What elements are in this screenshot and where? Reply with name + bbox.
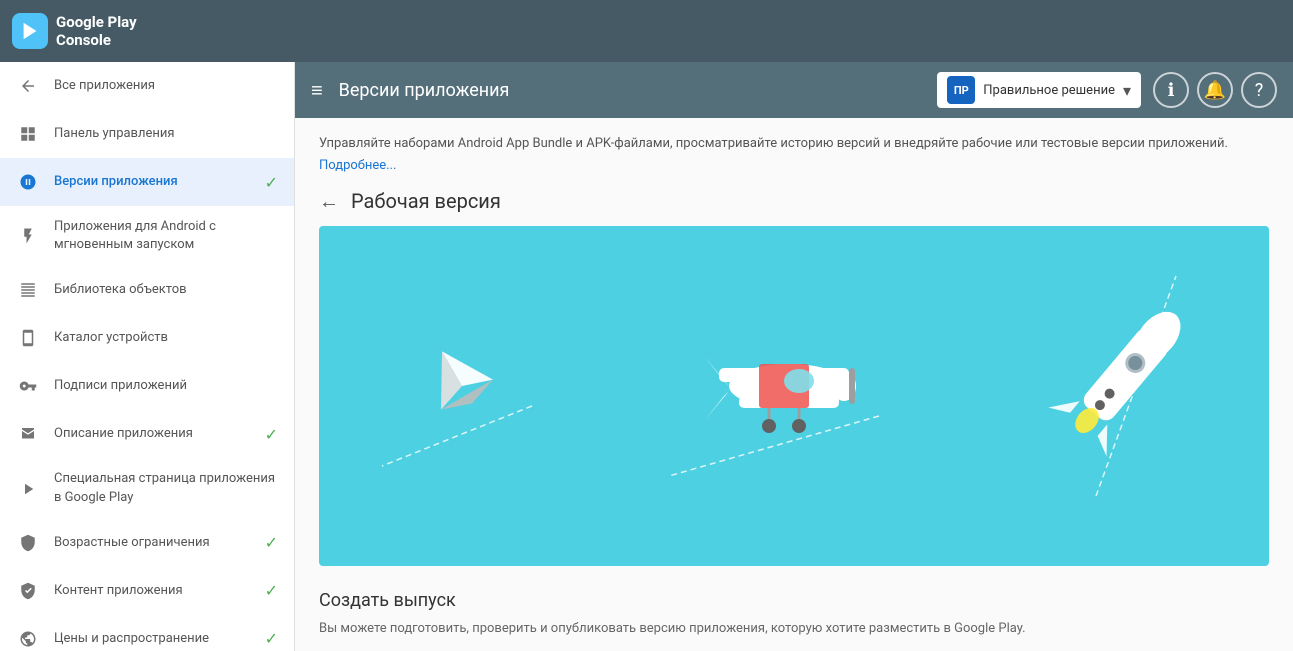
section-header: ← Рабочая версия xyxy=(319,189,1269,214)
rocket-svg xyxy=(1016,256,1216,536)
logo-icon xyxy=(12,13,48,49)
check-icon: ✓ xyxy=(265,629,278,648)
section-title: Рабочая версия xyxy=(351,189,501,213)
sidebar-item-dashboard[interactable]: Панель управления xyxy=(0,110,294,158)
flash-icon xyxy=(16,224,40,248)
topbar: ≡ Версии приложения ПР Правильное решени… xyxy=(295,62,1293,118)
main-layout: Все приложения Панель управления Версии … xyxy=(0,62,1293,651)
sidebar-item-label: Каталог устройств xyxy=(54,329,278,347)
topbar-title: Версии приложения xyxy=(339,80,938,101)
arrow-left-icon xyxy=(16,74,40,98)
page-content: Управляйте наборами Android App Bundle и… xyxy=(295,118,1293,651)
table-icon xyxy=(16,278,40,302)
help-button[interactable]: ? xyxy=(1241,72,1277,108)
rocket-icon xyxy=(16,170,40,194)
play-icon xyxy=(16,477,40,501)
sidebar-item-age-ratings[interactable]: Возрастные ограничения ✓ xyxy=(0,519,294,567)
sidebar-item-asset-library[interactable]: Библиотека объектов xyxy=(0,266,294,314)
check-icon: ✓ xyxy=(265,533,278,552)
info-text: Управляйте наборами Android App Bundle и… xyxy=(319,134,1269,154)
sidebar-item-pricing[interactable]: Цены и распространение ✓ xyxy=(0,615,294,651)
notifications-button[interactable]: 🔔 xyxy=(1197,72,1233,108)
logo: Google Play Console xyxy=(12,13,137,49)
sidebar-item-label: Специальная страница приложения в Google… xyxy=(54,470,278,506)
check-icon: ✓ xyxy=(265,581,278,600)
app-name: Правильное решение xyxy=(983,83,1115,98)
app-icon: ПР xyxy=(947,76,975,104)
sidebar-item-label: Приложения для Android с мгновенным запу… xyxy=(54,218,278,254)
sidebar-item-label: Контент приложения xyxy=(54,582,257,600)
paper-plane-svg xyxy=(372,296,552,496)
main-content: ≡ Версии приложения ПР Правильное решени… xyxy=(295,62,1293,651)
check-icon: ✓ xyxy=(265,425,278,444)
key-icon xyxy=(16,374,40,398)
menu-icon[interactable]: ≡ xyxy=(311,78,323,103)
sidebar-item-label: Библиотека объектов xyxy=(54,281,278,299)
sidebar-item-app-signing[interactable]: Подписи приложений xyxy=(0,362,294,410)
sidebar-item-google-play-page[interactable]: Специальная страница приложения в Google… xyxy=(0,458,294,518)
store-icon xyxy=(16,422,40,446)
app-header: Google Play Console xyxy=(0,0,1293,62)
sidebar-item-label: Описание приложения xyxy=(54,425,257,443)
check-icon: ✓ xyxy=(265,173,278,192)
globe-icon xyxy=(16,627,40,651)
create-release-section: Создать выпуск Вы можете подготовить, пр… xyxy=(319,590,1269,651)
shield2-icon xyxy=(16,579,40,603)
grid-icon xyxy=(16,122,40,146)
biplane-svg xyxy=(659,286,909,506)
chevron-down-icon: ▾ xyxy=(1123,81,1131,100)
illustration-banner xyxy=(319,226,1269,566)
app-selector[interactable]: ПР Правильное решение ▾ xyxy=(937,72,1141,108)
bell-icon: 🔔 xyxy=(1204,80,1226,101)
sidebar-item-device-catalog[interactable]: Каталог устройств xyxy=(0,314,294,362)
shield-icon xyxy=(16,531,40,555)
sidebar-item-label: Возрастные ограничения xyxy=(54,534,257,552)
device-icon xyxy=(16,326,40,350)
help-icon: ? xyxy=(1255,80,1264,101)
create-release-title: Создать выпуск xyxy=(319,590,1269,611)
sidebar-item-label: Все приложения xyxy=(54,77,278,95)
info-icon: ℹ xyxy=(1168,80,1175,101)
sidebar-item-instant-apps[interactable]: Приложения для Android с мгновенным запу… xyxy=(0,206,294,266)
topbar-actions: ℹ 🔔 ? xyxy=(1153,72,1277,108)
back-button[interactable]: ← xyxy=(319,189,339,214)
logo-text: Google Play Console xyxy=(56,13,137,49)
sidebar-item-app-versions[interactable]: Версии приложения ✓ xyxy=(0,158,294,206)
info-button[interactable]: ℹ xyxy=(1153,72,1189,108)
sidebar-item-label: Версии приложения xyxy=(54,173,257,191)
sidebar-item-label: Панель управления xyxy=(54,125,278,143)
sidebar-item-app-content[interactable]: Контент приложения ✓ xyxy=(0,567,294,615)
sidebar-item-store-listing[interactable]: Описание приложения ✓ xyxy=(0,410,294,458)
sidebar-item-all-apps[interactable]: Все приложения xyxy=(0,62,294,110)
sidebar-item-label: Цены и распространение xyxy=(54,630,257,648)
sidebar: Все приложения Панель управления Версии … xyxy=(0,62,295,651)
sidebar-item-label: Подписи приложений xyxy=(54,377,278,395)
create-release-description: Вы можете подготовить, проверить и опубл… xyxy=(319,619,1269,639)
more-link[interactable]: Подробнее... xyxy=(319,158,396,173)
